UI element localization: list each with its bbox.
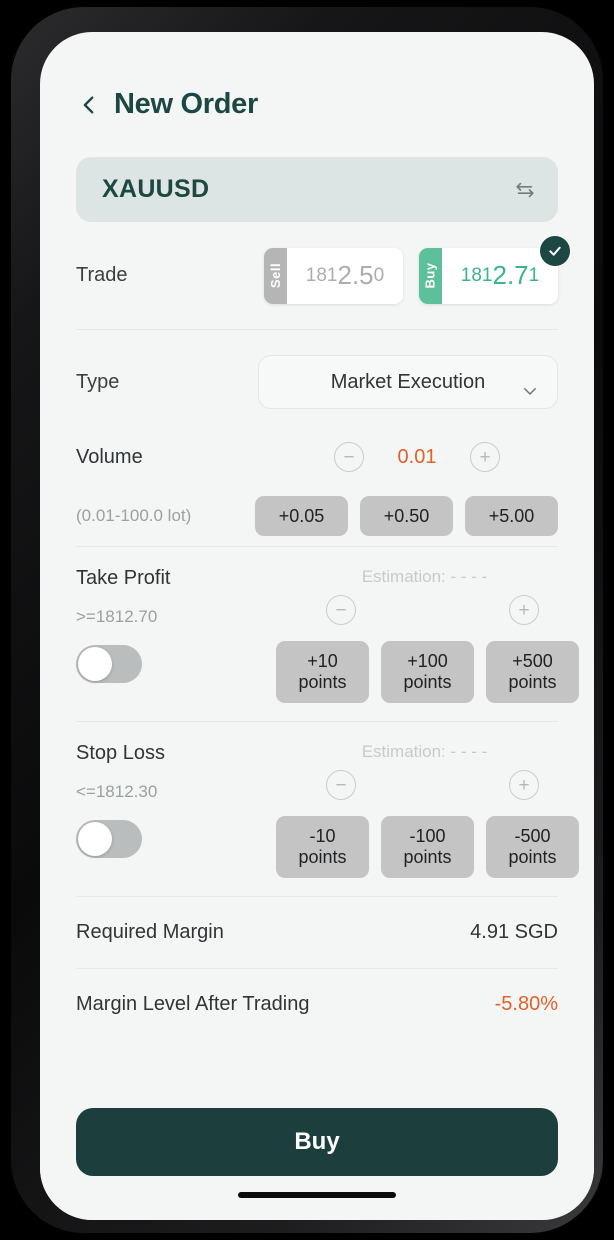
stop-loss-label: Stop Loss [76, 742, 165, 764]
volume-range-hint: (0.01-100.0 lot) [76, 506, 192, 525]
volume-quick-button[interactable]: +0.50 [360, 496, 453, 536]
sell-price-main: 2.5 [337, 260, 374, 290]
phone-screen: New Order XAUUSD Trade Sell 181 2.5 0 Bu… [40, 32, 594, 1220]
quick-unit: points [508, 847, 557, 867]
stop-loss-quick-button[interactable]: -500 points [486, 816, 579, 878]
type-select-value: Market Execution [330, 370, 486, 393]
stop-loss-decrement-button[interactable]: − [326, 770, 356, 800]
sell-price: 181 2.5 0 [287, 247, 403, 304]
take-profit-decrement-button[interactable]: − [326, 595, 356, 625]
back-chevron-icon[interactable] [78, 94, 100, 116]
take-profit-condition: >=1812.70 [76, 607, 158, 626]
volume-decrement-button[interactable]: − [334, 442, 364, 472]
quick-unit: points [403, 847, 452, 867]
buy-price-prefix: 181 [460, 264, 493, 286]
stop-loss-condition: <=1812.30 [76, 782, 158, 801]
volume-label: Volume [76, 445, 143, 468]
stop-loss-left: Stop Loss <=1812.30 [76, 742, 276, 878]
margin-level-label: Margin Level After Trading [76, 993, 310, 1015]
buy-tab[interactable]: Buy [419, 247, 442, 304]
stop-loss-estimation: Estimation: - - - - [361, 742, 488, 761]
price-group: Sell 181 2.5 0 Buy 181 2.7 1 [264, 235, 570, 304]
sell-tab-label: Sell [268, 262, 283, 289]
sell-price-suffix: 0 [373, 264, 385, 286]
volume-quick-buttons: +0.05 +0.50 +5.00 [255, 496, 558, 536]
take-profit-quick-button[interactable]: +500 points [486, 641, 579, 703]
swap-horizontal-icon[interactable] [514, 179, 536, 201]
quick-unit: points [508, 672, 557, 692]
take-profit-increment-button[interactable]: + [509, 595, 539, 625]
stop-loss-block: Stop Loss <=1812.30 Estimation: - - - - … [76, 721, 579, 896]
volume-bottom-row: (0.01-100.0 lot) +0.05 +0.50 +5.00 [76, 496, 558, 536]
take-profit-quick-button[interactable]: +10 points [276, 641, 369, 703]
order-form: XAUUSD Trade Sell 181 2.5 0 Buy 181 2.7 … [40, 157, 594, 1040]
quick-unit: points [298, 672, 347, 692]
app-header: New Order [40, 32, 594, 121]
volume-block: Volume − 0.01 + (0.01-100.0 lot) +0.05 +… [76, 434, 558, 546]
stop-loss-increment-button[interactable]: + [509, 770, 539, 800]
volume-quick-button[interactable]: +0.05 [255, 496, 348, 536]
margin-level-row: Margin Level After Trading -5.80% [76, 968, 558, 1040]
take-profit-toggle[interactable] [76, 645, 142, 683]
take-profit-stepper: − + [276, 587, 579, 625]
take-profit-toggle-knob [78, 647, 112, 681]
trade-label: Trade [76, 264, 128, 286]
buy-tab-label: Buy [423, 262, 438, 289]
required-margin-row: Required Margin 4.91 SGD [76, 896, 558, 968]
take-profit-estimation: Estimation: - - - - [361, 567, 488, 586]
volume-value[interactable]: 0.01 [390, 446, 444, 469]
type-label: Type [76, 370, 120, 393]
quick-unit: points [298, 847, 347, 867]
quick-amount: +500 [512, 650, 553, 671]
volume-stepper: − 0.01 + [334, 442, 500, 472]
buy-price-chip[interactable]: Buy 181 2.7 1 [419, 247, 558, 304]
required-margin-label: Required Margin [76, 921, 224, 943]
stop-loss-toggle[interactable] [76, 820, 142, 858]
required-margin-value: 4.91 SGD [470, 921, 558, 943]
bottom-action-bar: Buy [40, 1108, 594, 1220]
take-profit-label: Take Profit [76, 567, 171, 589]
quick-amount: -100 [409, 825, 446, 846]
take-profit-block: Take Profit >=1812.70 Estimation: - - - … [76, 546, 579, 721]
buy-price-main: 2.7 [492, 260, 529, 290]
stop-loss-toggle-knob [78, 822, 112, 856]
buy-button[interactable]: Buy [76, 1108, 558, 1176]
quick-amount: -10 [309, 825, 336, 846]
stop-loss-right: Estimation: - - - - − + -10 points -100 [276, 742, 579, 878]
take-profit-quick-buttons: +10 points +100 points +500 points [276, 641, 579, 703]
type-select[interactable]: Market Execution [258, 355, 558, 409]
home-indicator [238, 1192, 396, 1198]
stop-loss-quick-button[interactable]: -100 points [381, 816, 474, 878]
sell-price-chip[interactable]: Sell 181 2.5 0 [264, 247, 403, 304]
sell-price-prefix: 181 [305, 264, 338, 286]
symbol-selector[interactable]: XAUUSD [76, 157, 558, 222]
take-profit-left: Take Profit >=1812.70 [76, 567, 276, 703]
quick-unit: points [403, 672, 452, 692]
buy-price-suffix: 1 [528, 264, 540, 286]
margin-level-value: -5.80% [494, 993, 558, 1015]
volume-quick-button[interactable]: +5.00 [465, 496, 558, 536]
quick-amount: +100 [407, 650, 448, 671]
stop-loss-quick-buttons: -10 points -100 points -500 points [276, 816, 579, 878]
stop-loss-quick-button[interactable]: -10 points [276, 816, 369, 878]
symbol-name: XAUUSD [102, 175, 210, 203]
sell-tab[interactable]: Sell [264, 247, 287, 304]
buy-selected-check-icon [540, 235, 570, 266]
page-title: New Order [114, 88, 258, 120]
trade-row: Trade Sell 181 2.5 0 Buy 181 2.7 1 [76, 222, 570, 330]
quick-amount: -500 [514, 825, 551, 846]
volume-increment-button[interactable]: + [470, 442, 500, 472]
phone-frame: New Order XAUUSD Trade Sell 181 2.5 0 Bu… [10, 6, 604, 1234]
stop-loss-stepper: − + [276, 762, 579, 800]
take-profit-quick-button[interactable]: +100 points [381, 641, 474, 703]
take-profit-right: Estimation: - - - - − + +10 points +100 [276, 567, 579, 703]
quick-amount: +10 [307, 650, 338, 671]
volume-top-row: Volume − 0.01 + [76, 434, 558, 480]
type-row: Type Market Execution [76, 330, 558, 434]
